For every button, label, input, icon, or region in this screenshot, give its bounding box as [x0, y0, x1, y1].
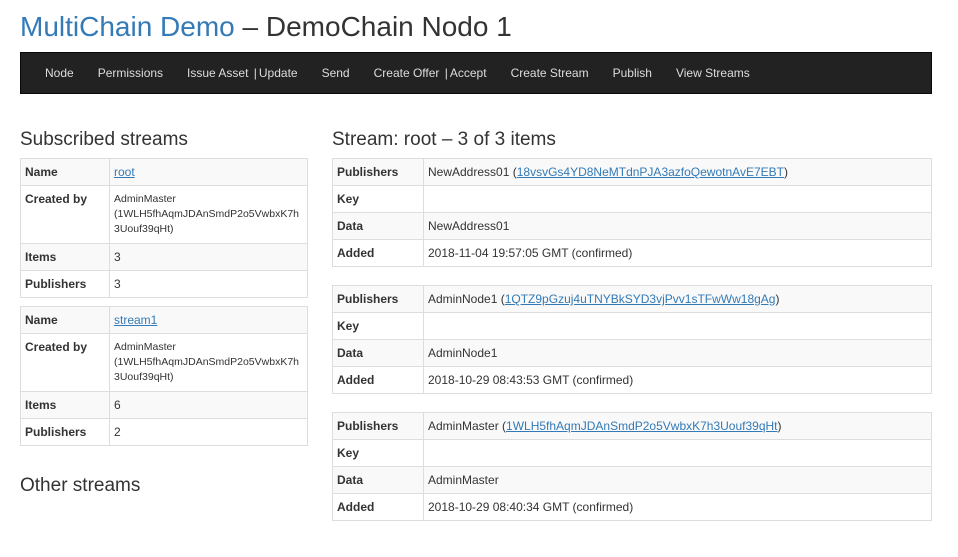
- right-column: Stream: root – 3 of 3 items Publishers N…: [332, 128, 932, 521]
- nav-create-offer-label: Create Offer: [373, 66, 440, 80]
- creator-name: AdminMaster: [114, 193, 176, 205]
- item-added: 2018-11-04 19:57:05 GMT (confirmed): [423, 239, 932, 267]
- creator-address: (1WLH5fhAqmJDAnSmdP2o5VwbxK7h3Uouf39qHt): [114, 356, 300, 383]
- nav-permissions[interactable]: Permissions: [86, 66, 175, 80]
- nav-separator: |: [250, 66, 257, 80]
- publisher-address-link[interactable]: 1WLH5fhAqmJDAnSmdP2o5VwbxK7h3Uouf39qHt: [506, 419, 777, 433]
- nav-view-streams[interactable]: View Streams: [664, 66, 762, 80]
- item-added: 2018-10-29 08:43:53 GMT (confirmed): [423, 366, 932, 394]
- header-dash: –: [234, 11, 266, 42]
- publishers-label: Publishers: [332, 285, 424, 313]
- other-streams-title: Other streams: [20, 475, 141, 496]
- stream-item-table: Publishers NewAddress01 (18vsvGs4YD8NeMT…: [332, 158, 932, 267]
- publishers-label: Publishers: [332, 158, 424, 186]
- item-data: AdminNode1: [423, 339, 932, 367]
- publishers-label: Publishers: [20, 418, 110, 446]
- nav-create-offer[interactable]: Create Offer | Accept: [362, 66, 499, 80]
- nav-issue-asset-label: Issue Asset: [187, 66, 249, 80]
- stream-table: Name stream1 Created by AdminMaster (1WLH…: [20, 306, 308, 446]
- navbar: Node Permissions Issue Asset | Update Sen…: [20, 52, 932, 94]
- nav-accept-label: Accept: [449, 66, 487, 80]
- data-label: Data: [332, 466, 424, 494]
- item-data: AdminMaster: [423, 466, 932, 494]
- item-key: [423, 439, 932, 467]
- brand-link[interactable]: MultiChain Demo: [20, 11, 235, 42]
- created-by-label: Created by: [20, 185, 110, 244]
- key-label: Key: [332, 185, 424, 213]
- publishers-count: 3: [109, 270, 308, 298]
- item-data: NewAddress01: [423, 212, 932, 240]
- creator-address: (1WLH5fhAqmJDAnSmdP2o5VwbxK7h3Uouf39qHt): [114, 208, 300, 235]
- data-label: Data: [332, 339, 424, 367]
- stream-link-stream1[interactable]: stream1: [114, 313, 157, 327]
- added-label: Added: [332, 493, 424, 521]
- left-column: Subscribed streams Name root Created by …: [20, 128, 308, 498]
- name-label: Name: [20, 306, 110, 334]
- items-count: 6: [109, 391, 308, 419]
- stream-item-table: Publishers AdminNode1 (1QTZ9pGzuj4uTNYBk…: [332, 285, 932, 394]
- nav-node[interactable]: Node: [33, 66, 86, 80]
- nav-create-stream[interactable]: Create Stream: [499, 66, 601, 80]
- publisher-name: NewAddress01: [428, 165, 510, 179]
- publishers-count: 2: [109, 418, 308, 446]
- publishers-label: Publishers: [332, 412, 424, 440]
- items-label: Items: [20, 391, 110, 419]
- publisher-name: AdminNode1: [428, 292, 498, 306]
- data-label: Data: [332, 212, 424, 240]
- nav-update-label: Update: [258, 66, 298, 80]
- publisher-name: AdminMaster: [428, 419, 499, 433]
- stream-view-title: Stream: root – 3 of 3 items: [332, 129, 556, 150]
- node-title: DemoChain Nodo 1: [265, 11, 512, 42]
- key-label: Key: [332, 439, 424, 467]
- nav-send[interactable]: Send: [310, 66, 362, 80]
- items-label: Items: [20, 243, 110, 271]
- items-count: 3: [109, 243, 308, 271]
- nav-publish[interactable]: Publish: [601, 66, 664, 80]
- nav-separator: |: [441, 66, 448, 80]
- item-added: 2018-10-29 08:40:34 GMT (confirmed): [423, 493, 932, 521]
- item-key: [423, 312, 932, 340]
- created-by-label: Created by: [20, 333, 110, 392]
- stream-table: Name root Created by AdminMaster (1WLH5fh…: [20, 158, 308, 298]
- item-key: [423, 185, 932, 213]
- key-label: Key: [332, 312, 424, 340]
- publisher-address-link[interactable]: 18vsvGs4YD8NeMTdnPJA3azfoQewotnAvE7EBT: [517, 165, 784, 179]
- nav-issue-asset[interactable]: Issue Asset | Update: [175, 66, 310, 80]
- stream-item-table: Publishers AdminMaster (1WLH5fhAqmJDAnSm…: [332, 412, 932, 521]
- stream-link-root[interactable]: root: [114, 165, 135, 179]
- page-header: MultiChain Demo – DemoChain Nodo 1: [20, 8, 512, 46]
- name-label: Name: [20, 158, 110, 186]
- subscribed-streams-title: Subscribed streams: [20, 129, 188, 150]
- creator-name: AdminMaster: [114, 341, 176, 353]
- publishers-label: Publishers: [20, 270, 110, 298]
- publisher-address-link[interactable]: 1QTZ9pGzuj4uTNYBkSYD3vjPvv1sTFwWw18gAg: [505, 292, 776, 306]
- added-label: Added: [332, 366, 424, 394]
- added-label: Added: [332, 239, 424, 267]
